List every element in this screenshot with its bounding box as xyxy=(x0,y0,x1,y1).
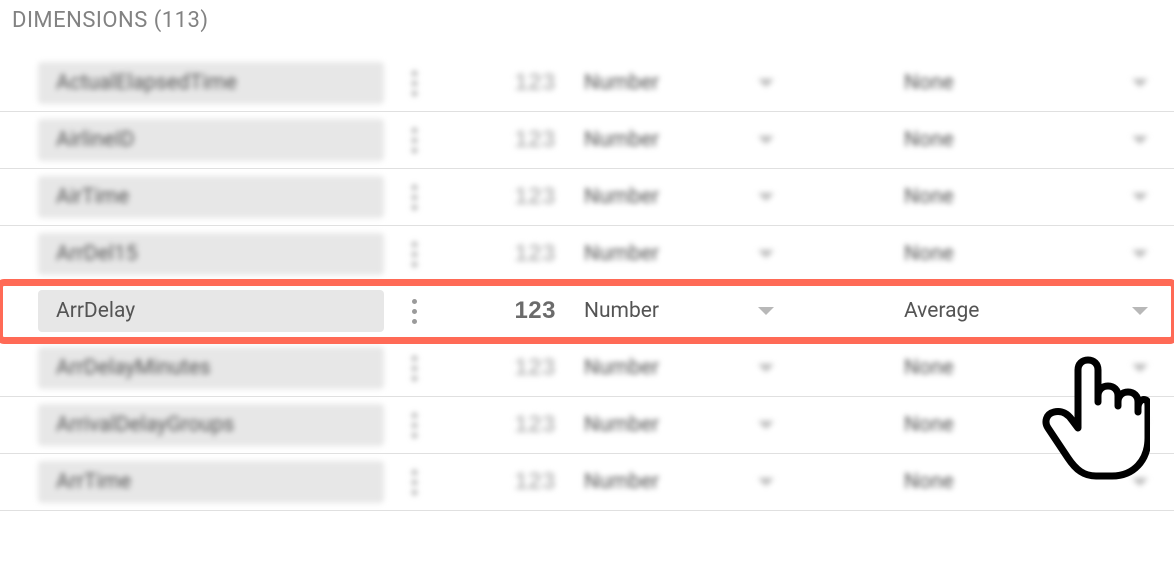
dimension-field-pill[interactable]: ArrDelay xyxy=(38,290,384,332)
data-type-label: Number xyxy=(584,299,659,323)
kebab-menu-icon[interactable] xyxy=(384,71,444,96)
aggregation-label: None xyxy=(904,356,954,380)
chevron-down-icon xyxy=(758,478,774,486)
aggregation-select[interactable]: None xyxy=(794,356,1156,380)
kebab-menu-icon[interactable] xyxy=(384,128,444,153)
aggregation-select[interactable]: None xyxy=(794,470,1156,494)
kebab-menu-icon[interactable] xyxy=(384,299,444,324)
dimension-row: AirTime 123Number None xyxy=(0,169,1174,226)
data-type-label: Number xyxy=(584,128,659,152)
number-type-icon: 123 xyxy=(444,183,584,211)
data-type-select[interactable]: Number xyxy=(584,299,794,323)
chevron-down-icon xyxy=(758,136,774,144)
data-type-label: Number xyxy=(584,356,659,380)
chevron-down-icon xyxy=(758,79,774,87)
kebab-menu-icon[interactable] xyxy=(384,413,444,438)
data-type-label: Number xyxy=(584,470,659,494)
number-type-icon: 123 xyxy=(444,468,584,496)
chevron-down-icon xyxy=(1132,364,1148,372)
chevron-down-icon xyxy=(1132,136,1148,144)
aggregation-select[interactable]: None xyxy=(794,128,1156,152)
dimension-row: ArrTime 123Number None xyxy=(0,454,1174,511)
dimension-field-pill[interactable]: ActualElapsedTime xyxy=(38,62,384,104)
dimension-row: AirlineID 123Number None xyxy=(0,112,1174,169)
dimension-field-pill[interactable]: ArrTime xyxy=(38,461,384,503)
dimensions-header: DIMENSIONS (113) xyxy=(0,0,1174,55)
aggregation-select[interactable]: None xyxy=(794,71,1156,95)
kebab-menu-icon[interactable] xyxy=(384,470,444,495)
data-type-label: Number xyxy=(584,71,659,95)
chevron-down-icon xyxy=(758,307,774,315)
number-type-icon: 123 xyxy=(444,354,584,382)
dimensions-header-label: DIMENSIONS xyxy=(12,8,148,33)
chevron-down-icon xyxy=(1132,421,1148,429)
kebab-menu-icon[interactable] xyxy=(384,356,444,381)
aggregation-select[interactable]: None xyxy=(794,185,1156,209)
number-type-icon: 123 xyxy=(444,411,584,439)
chevron-down-icon xyxy=(758,421,774,429)
dimensions-header-count: 113 xyxy=(162,8,201,33)
chevron-down-icon xyxy=(758,364,774,372)
data-type-select[interactable]: Number xyxy=(584,71,794,95)
number-type-icon: 123 xyxy=(444,69,584,97)
dimension-field-pill[interactable]: ArrDelayMinutes xyxy=(38,347,384,389)
data-type-label: Number xyxy=(584,242,659,266)
data-type-label: Number xyxy=(584,185,659,209)
chevron-down-icon xyxy=(758,250,774,258)
aggregation-label: None xyxy=(904,128,954,152)
number-type-icon: 123 xyxy=(444,240,584,268)
dimension-row: ArrDelay 123Number Average xyxy=(0,283,1174,340)
number-type-icon: 123 xyxy=(444,297,584,325)
kebab-menu-icon[interactable] xyxy=(384,242,444,267)
aggregation-label: None xyxy=(904,71,954,95)
aggregation-label: None xyxy=(904,470,954,494)
chevron-down-icon xyxy=(1132,193,1148,201)
data-type-select[interactable]: Number xyxy=(584,413,794,437)
chevron-down-icon xyxy=(1132,79,1148,87)
chevron-down-icon xyxy=(1132,307,1148,315)
dimension-row: ArrDelayMinutes 123Number None xyxy=(0,340,1174,397)
aggregation-label: None xyxy=(904,242,954,266)
dimension-row: ArrDel15 123Number None xyxy=(0,226,1174,283)
aggregation-label: None xyxy=(904,413,954,437)
aggregation-label: None xyxy=(904,185,954,209)
aggregation-select[interactable]: None xyxy=(794,413,1156,437)
kebab-menu-icon[interactable] xyxy=(384,185,444,210)
dimension-field-pill[interactable]: AirlineID xyxy=(38,119,384,161)
aggregation-select[interactable]: Average xyxy=(794,299,1156,323)
data-type-select[interactable]: Number xyxy=(584,470,794,494)
aggregation-select[interactable]: None xyxy=(794,242,1156,266)
dimension-field-pill[interactable]: ArrivalDelayGroups xyxy=(38,404,384,446)
aggregation-label: Average xyxy=(904,299,979,323)
dimension-field-pill[interactable]: AirTime xyxy=(38,176,384,218)
data-type-select[interactable]: Number xyxy=(584,128,794,152)
data-type-select[interactable]: Number xyxy=(584,185,794,209)
data-type-label: Number xyxy=(584,413,659,437)
chevron-down-icon xyxy=(1132,250,1148,258)
chevron-down-icon xyxy=(758,193,774,201)
data-type-select[interactable]: Number xyxy=(584,242,794,266)
data-type-select[interactable]: Number xyxy=(584,356,794,380)
dimension-field-pill[interactable]: ArrDel15 xyxy=(38,233,384,275)
number-type-icon: 123 xyxy=(444,126,584,154)
dimension-row: ArrivalDelayGroups 123Number None xyxy=(0,397,1174,454)
dimension-row: ActualElapsedTime 123Number None xyxy=(0,55,1174,112)
chevron-down-icon xyxy=(1132,478,1148,486)
